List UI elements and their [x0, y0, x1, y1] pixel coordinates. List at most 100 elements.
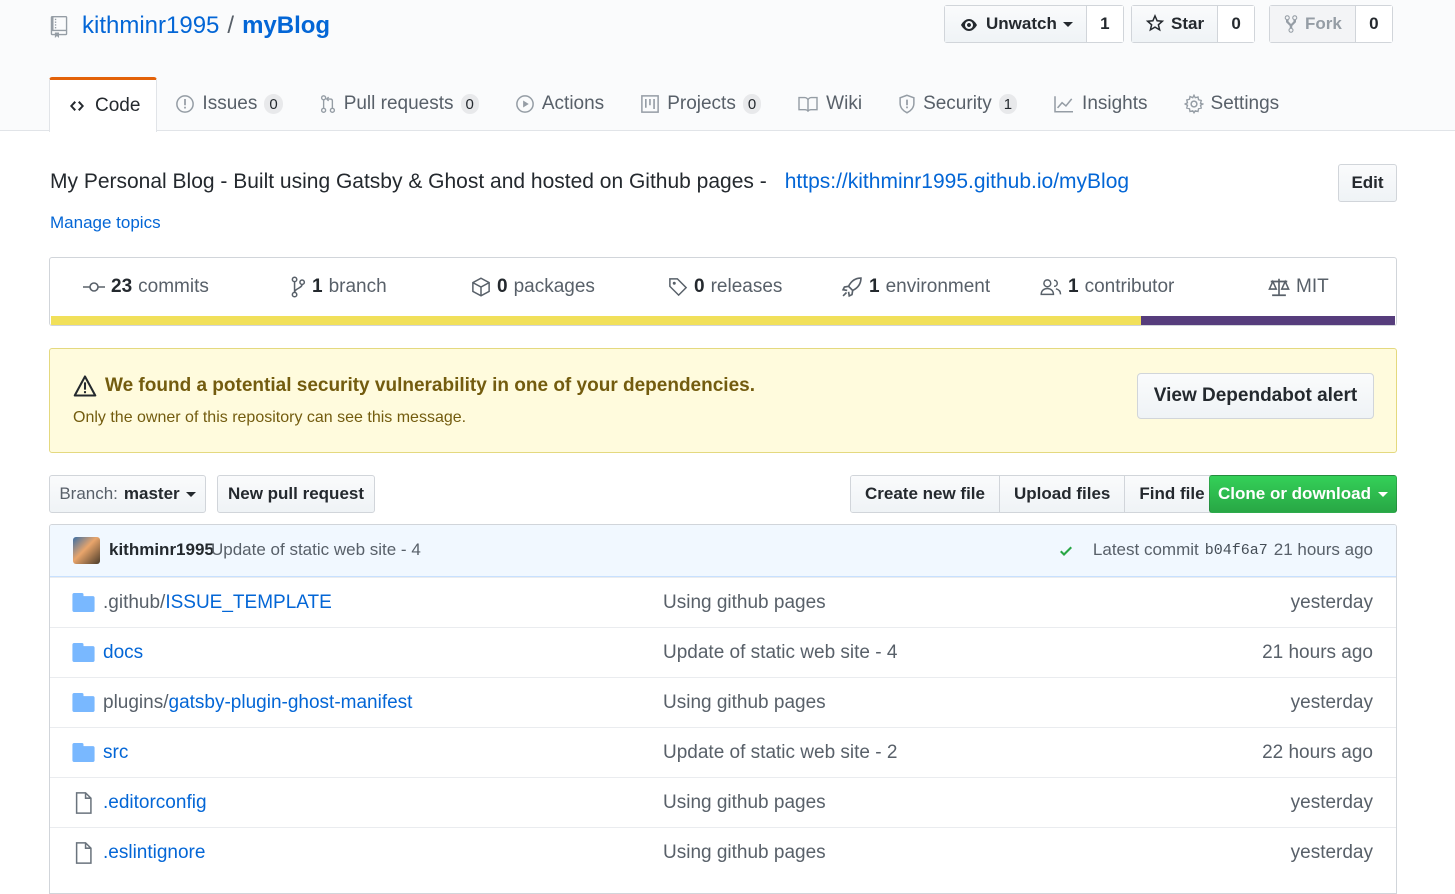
fork-icon — [1283, 14, 1299, 35]
file-name-link[interactable]: src — [103, 742, 128, 764]
repo-name-link[interactable]: myBlog — [242, 12, 330, 40]
file-commit-message[interactable]: Using github pages — [663, 692, 826, 714]
file-path-prefix: .github/ — [103, 592, 166, 613]
language-bar[interactable] — [51, 316, 1395, 325]
folder-icon — [72, 743, 95, 762]
commit-age: 21 hours ago — [1273, 540, 1373, 559]
alert-title-text: We found a potential security vulnerabil… — [105, 375, 755, 396]
language-segment-0[interactable] — [51, 316, 1141, 325]
file-name-link[interactable]: .editorconfig — [103, 792, 207, 814]
tab-code-label: Code — [95, 95, 141, 116]
file-name-link[interactable]: .eslintignore — [103, 842, 205, 864]
latest-commit-bar: kithminr1995 Update of static web site -… — [50, 525, 1396, 577]
avatar[interactable] — [73, 537, 100, 564]
contributor-count: 1 — [1068, 276, 1079, 297]
caret-down-icon — [1378, 491, 1388, 497]
file-age: yesterday — [1290, 842, 1373, 863]
tab-insights-label: Insights — [1082, 93, 1148, 114]
tab-security[interactable]: Security 1 — [880, 77, 1035, 131]
file-name-link[interactable]: plugins/gatsby-plugin-ghost-manifest — [103, 692, 412, 714]
security-counter: 1 — [998, 94, 1018, 114]
language-segment-1[interactable] — [1140, 316, 1395, 325]
fork-button[interactable]: Fork — [1270, 6, 1356, 42]
forks-count[interactable]: 0 — [1355, 6, 1392, 42]
file-row: src Update of static web site - 2 22 hou… — [50, 727, 1396, 777]
file-name: .eslintignore — [103, 842, 206, 863]
file-commit-message[interactable]: Using github pages — [663, 792, 826, 814]
tab-pull-requests[interactable]: Pull requests 0 — [301, 77, 497, 131]
releases-label: releases — [710, 276, 783, 297]
stargazers-count[interactable]: 0 — [1218, 6, 1255, 42]
view-dependabot-alert-button[interactable]: View Dependabot alert — [1137, 373, 1374, 419]
tab-wiki[interactable]: Wiki — [779, 77, 880, 131]
commit-sha[interactable]: b04f6a7 — [1205, 542, 1268, 559]
alert-icon — [73, 375, 97, 397]
repo-title: kithminr1995 / myBlog — [50, 8, 330, 44]
clone-or-download-button[interactable]: Clone or download — [1209, 475, 1397, 513]
people-icon — [1040, 276, 1062, 298]
contributors-link[interactable]: 1 contributor — [1040, 258, 1174, 316]
repo-nav-tabs: Code Issues 0 Pull requests 0 Actions Pr… — [49, 77, 1298, 132]
file-commit-message[interactable]: Using github pages — [663, 592, 826, 614]
commit-author[interactable]: kithminr1995 — [109, 540, 214, 560]
code-icon — [66, 95, 88, 117]
tab-projects[interactable]: Projects 0 — [622, 77, 779, 131]
upload-files-button[interactable]: Upload files — [1000, 476, 1126, 512]
watchers-count[interactable]: 1 — [1086, 6, 1123, 42]
issue-icon — [175, 93, 195, 115]
watch-group: Unwatch 1 — [944, 5, 1124, 43]
tab-issues[interactable]: Issues 0 — [157, 77, 300, 131]
packages-link[interactable]: 0 packages — [471, 258, 595, 316]
file-name-link[interactable]: .github/ISSUE_TEMPLATE — [103, 592, 332, 614]
folder-icon — [72, 593, 95, 612]
repo-separator: / — [227, 12, 235, 39]
tag-icon — [668, 276, 688, 298]
repo-owner-link[interactable]: kithminr1995 — [82, 12, 219, 40]
repo-description: My Personal Blog - Built using Gatsby & … — [50, 166, 1129, 198]
unwatch-label: Unwatch — [986, 14, 1057, 33]
unwatch-button[interactable]: Unwatch — [945, 6, 1087, 42]
environments-link[interactable]: 1 environment — [841, 258, 990, 316]
tab-actions-label: Actions — [541, 93, 605, 114]
alert-subtitle: Only the owner of this repository can se… — [73, 409, 467, 426]
branch-count: 1 — [312, 276, 323, 297]
packages-label: packages — [513, 276, 595, 297]
caret-down-icon — [1062, 21, 1073, 27]
releases-link[interactable]: 0 releases — [668, 258, 782, 316]
tab-pull-requests-label: Pull requests — [343, 93, 454, 114]
new-pull-request-button[interactable]: New pull request — [217, 475, 375, 513]
create-new-file-button[interactable]: Create new file — [851, 476, 1000, 512]
check-icon[interactable] — [1057, 540, 1075, 560]
commits-count: 23 — [111, 276, 133, 297]
tab-actions[interactable]: Actions — [497, 77, 622, 131]
tab-wiki-label: Wiki — [826, 93, 863, 114]
graph-icon — [1053, 93, 1075, 115]
repo-header: kithminr1995 / myBlog Unwatch 1 Star 0 F… — [0, 0, 1455, 132]
star-button[interactable]: Star — [1132, 6, 1219, 42]
file-row: plugins/gatsby-plugin-ghost-manifest Usi… — [50, 677, 1396, 727]
file-icon — [75, 792, 92, 814]
branches-link[interactable]: 1 branch — [290, 258, 387, 316]
commits-link[interactable]: 23 commits — [83, 258, 209, 316]
star-icon — [1145, 14, 1165, 35]
tab-settings[interactable]: Settings — [1166, 77, 1298, 131]
file-commit-message[interactable]: Using github pages — [663, 842, 826, 864]
find-file-button[interactable]: Find file — [1125, 476, 1219, 512]
pull-requests-counter: 0 — [460, 94, 479, 114]
branch-select-button[interactable]: Branch: master — [49, 475, 206, 513]
security-alert: We found a potential security vulnerabil… — [49, 348, 1397, 453]
manage-topics-link[interactable]: Manage topics — [50, 213, 161, 233]
file-commit-message[interactable]: Update of static web site - 4 — [663, 642, 897, 664]
edit-description-button[interactable]: Edit — [1338, 164, 1397, 202]
file-name: ISSUE_TEMPLATE — [165, 592, 332, 613]
license-link[interactable]: MIT — [1268, 258, 1329, 316]
tab-insights[interactable]: Insights — [1035, 77, 1165, 131]
file-name: .editorconfig — [103, 792, 207, 813]
packages-count: 0 — [497, 276, 508, 297]
file-commit-message[interactable]: Update of static web site - 2 — [663, 742, 897, 764]
tab-code[interactable]: Code — [49, 77, 158, 132]
commit-message[interactable]: Update of static web site - 4 — [211, 540, 421, 560]
homepage-link[interactable]: https://kithminr1995.github.io/myBlog — [785, 170, 1129, 194]
file-path-prefix: plugins/ — [103, 692, 169, 713]
file-name-link[interactable]: docs — [103, 642, 143, 664]
